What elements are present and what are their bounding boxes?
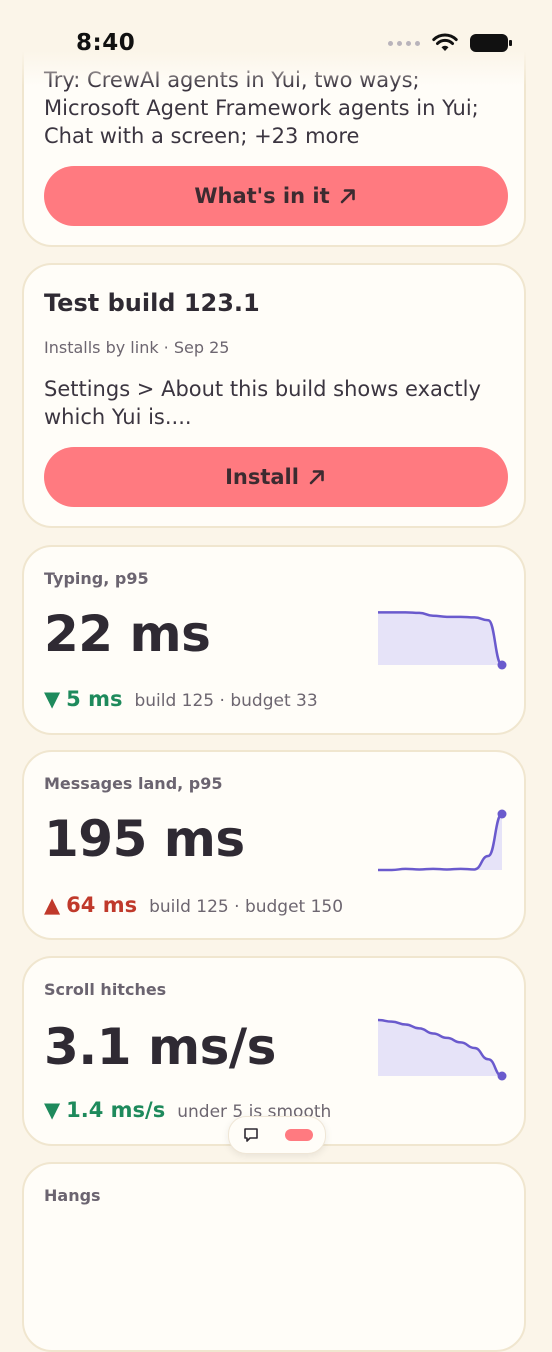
metric-footer: ▼ 5 ms build 125 · budget 33	[44, 687, 318, 711]
metric-delta: ▼ 1.4 ms/s	[44, 1098, 165, 1122]
status-icons	[388, 33, 512, 53]
sparkline-endpoint	[497, 1071, 507, 1081]
metric-label: Hangs	[44, 1186, 101, 1205]
metric-value: 22 ms	[44, 605, 211, 663]
arrow-up-right-icon	[340, 189, 355, 204]
metric-delta-value: 64 ms	[66, 893, 138, 917]
record-toggle[interactable]	[284, 1129, 313, 1141]
wifi-icon	[432, 33, 458, 51]
install-button[interactable]: Install	[44, 447, 508, 507]
metric-delta-value: 5 ms	[66, 687, 123, 711]
chat-bubble-icon[interactable]	[242, 1126, 260, 1144]
metric-card-typing[interactable]: Typing, p95 22 ms ▼ 5 ms build 125 · budg…	[22, 545, 526, 735]
floating-dock	[228, 1116, 326, 1154]
metric-footer: ▲ 64 ms build 125 · budget 150	[44, 893, 343, 917]
cellular-signal-icon	[388, 40, 420, 46]
triangle-down-icon: ▼	[44, 687, 61, 711]
battery-icon	[470, 34, 512, 52]
metric-card-hangs[interactable]: Hangs	[22, 1162, 526, 1352]
metric-delta: ▲ 64 ms	[44, 893, 137, 917]
whats-in-it-label: What's in it	[194, 184, 330, 208]
sparkline-endpoint	[497, 660, 507, 670]
sparkline-endpoint	[497, 809, 507, 819]
status-time: 8:40	[76, 30, 136, 56]
build-description: Settings > About this build shows exactl…	[44, 377, 481, 429]
metric-value: 3.1 ms/s	[44, 1018, 276, 1076]
metric-delta-value: 1.4 ms/s	[66, 1098, 166, 1122]
metric-label: Typing, p95	[44, 569, 149, 588]
triangle-up-icon: ▲	[44, 893, 61, 917]
metric-value: 195 ms	[44, 810, 245, 868]
metric-note: build 125 · budget 33	[134, 691, 318, 711]
sparkline	[377, 1018, 507, 1081]
sparkline-area	[378, 1020, 502, 1076]
metric-note: build 125 · budget 150	[149, 897, 344, 917]
metric-card-messages[interactable]: Messages land, p95 195 ms ▲ 64 ms build 1…	[22, 750, 526, 940]
metric-label: Scroll hitches	[44, 980, 167, 999]
metric-label: Messages land, p95	[44, 774, 223, 793]
triangle-down-icon: ▼	[44, 1098, 61, 1122]
status-bar: 8:40	[0, 0, 552, 86]
whats-in-it-button[interactable]: What's in it	[44, 166, 508, 226]
sparkline	[378, 611, 507, 670]
sparkline-area	[378, 814, 502, 870]
sparkline	[378, 809, 507, 872]
metric-delta: ▼ 5 ms	[44, 687, 122, 711]
test-build-card: Test build 123.1 Installs by link · Sep …	[22, 263, 526, 528]
build-meta: Installs by link · Sep 25	[44, 338, 230, 357]
build-title: Test build 123.1	[44, 289, 260, 317]
arrow-up-right-icon	[309, 470, 324, 485]
install-label: Install	[225, 465, 299, 489]
